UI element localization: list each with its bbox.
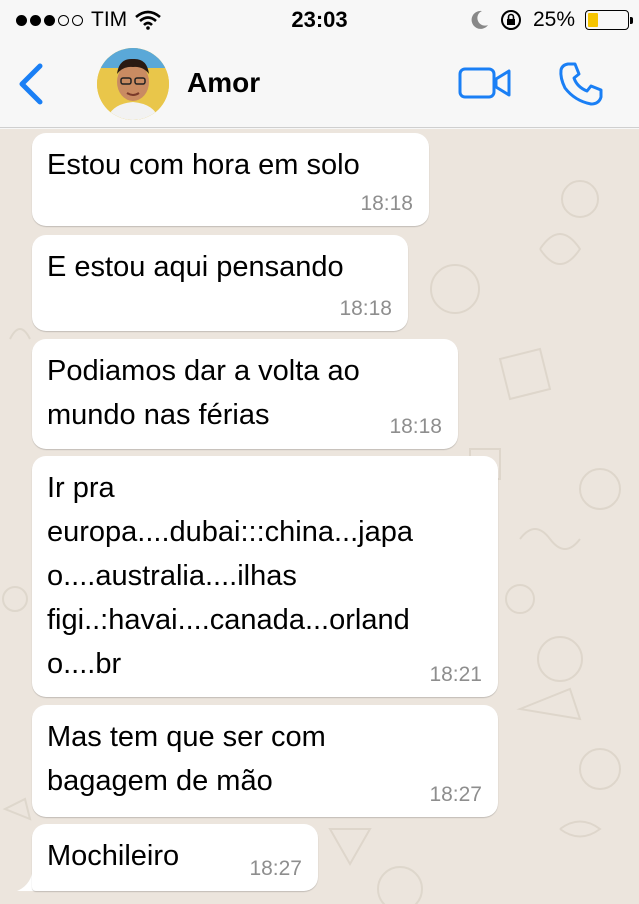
message-text: Estou com hora em solo	[47, 149, 360, 181]
rotation-lock-icon	[500, 10, 521, 30]
contact-name[interactable]: Amor	[187, 67, 260, 99]
chat-header: Amor	[0, 40, 639, 128]
message-list[interactable]: Estou com hora em solo 18:18 E estou aqu…	[0, 129, 639, 904]
message-time: 18:18	[339, 297, 392, 320]
message-time: 18:18	[389, 415, 442, 438]
message-text: Podiamos dar a volta ao mundo nas férias	[47, 355, 360, 431]
back-chevron-icon[interactable]	[14, 62, 46, 106]
message-time: 18:21	[429, 663, 482, 686]
message-text: E estou aqui pensando	[47, 251, 344, 283]
message-text: Ir pra europa....dubai:::china...japa o.…	[47, 472, 413, 680]
status-right: 25%	[471, 8, 633, 32]
status-bar: TIM 23:03 25%	[0, 0, 639, 40]
message-time: 18:27	[429, 783, 482, 806]
message-bubble[interactable]: Mas tem que ser com bagagem de mão 18:27	[32, 705, 498, 817]
message-bubble[interactable]: Ir pra europa....dubai:::china...japa o.…	[32, 456, 498, 697]
message-text: Mas tem que ser com bagagem de mão	[47, 721, 326, 797]
battery-fill	[588, 13, 598, 27]
moon-icon	[471, 10, 488, 29]
avatar[interactable]	[97, 48, 169, 120]
message-time: 18:18	[360, 192, 413, 215]
message-bubble[interactable]: Mochileiro 18:27	[32, 824, 318, 891]
battery-percent: 25%	[532, 8, 575, 31]
battery-icon	[585, 10, 633, 30]
message-time: 18:27	[249, 857, 302, 880]
message-bubble[interactable]: Estou com hora em solo 18:18	[32, 133, 429, 226]
message-bubble[interactable]: Podiamos dar a volta ao mundo nas férias…	[32, 339, 458, 449]
message-bubble[interactable]: E estou aqui pensando 18:18	[32, 235, 408, 331]
video-call-icon[interactable]	[458, 65, 512, 101]
phone-call-icon[interactable]	[557, 60, 605, 108]
